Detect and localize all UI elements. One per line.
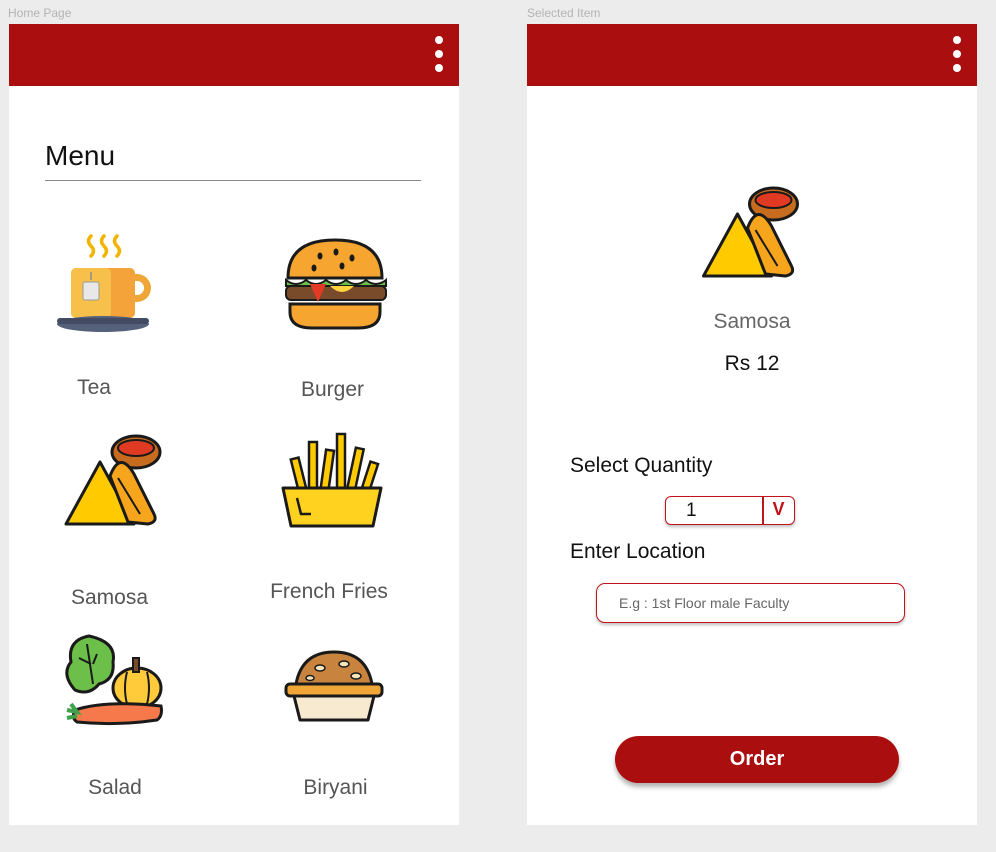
menu-item-label: Samosa — [70, 586, 149, 609]
menu-item-label: Salad — [88, 776, 142, 799]
app-bar — [9, 24, 459, 86]
biryani-icon — [284, 650, 384, 722]
location-label: Enter Location — [570, 540, 706, 563]
menu-title: Menu — [45, 140, 116, 171]
menu-divider — [45, 180, 421, 181]
menu-item-label: French Fries — [270, 580, 388, 603]
menu-item-burger[interactable]: Burger — [250, 234, 410, 404]
chevron-down-icon[interactable]: V — [763, 499, 794, 520]
burger-icon — [285, 238, 387, 330]
samosa-icon — [64, 434, 162, 526]
menu-item-samosa[interactable]: Samosa — [32, 432, 192, 609]
french-fries-icon — [281, 432, 383, 528]
menu-item-tea[interactable]: Tea — [25, 232, 185, 402]
menu-item-salad[interactable]: Salad — [35, 630, 195, 800]
quantity-label: Select Quantity — [570, 454, 713, 477]
item-price: Rs 12 — [724, 352, 780, 375]
selected-item-screen: Samosa Rs 12 Select Quantity 1 V Enter L… — [527, 24, 977, 825]
more-options-icon[interactable] — [433, 36, 445, 76]
menu-item-biryani[interactable]: Biryani — [252, 644, 412, 814]
app-bar — [527, 24, 977, 86]
quantity-value: 1 — [686, 500, 697, 521]
samosa-icon — [702, 186, 799, 278]
detail-frame-label: Selected Item — [527, 6, 601, 20]
home-page-screen: Menu Tea Burger Samosa French Fries Sala… — [9, 24, 459, 825]
item-name: Samosa — [713, 310, 791, 333]
tea-cup-icon — [57, 234, 151, 332]
home-frame-label: Home Page — [8, 6, 72, 20]
menu-item-label: Tea — [77, 376, 111, 399]
salad-icon — [65, 634, 163, 726]
quantity-dropdown[interactable]: 1 V — [665, 496, 795, 525]
order-button[interactable]: Order — [615, 736, 899, 783]
location-input[interactable] — [596, 583, 905, 623]
more-options-icon[interactable] — [951, 36, 963, 76]
menu-item-label: Burger — [300, 378, 365, 401]
menu-item-label: Biryani — [303, 776, 368, 799]
menu-item-french-fries[interactable]: French Fries — [249, 428, 409, 603]
